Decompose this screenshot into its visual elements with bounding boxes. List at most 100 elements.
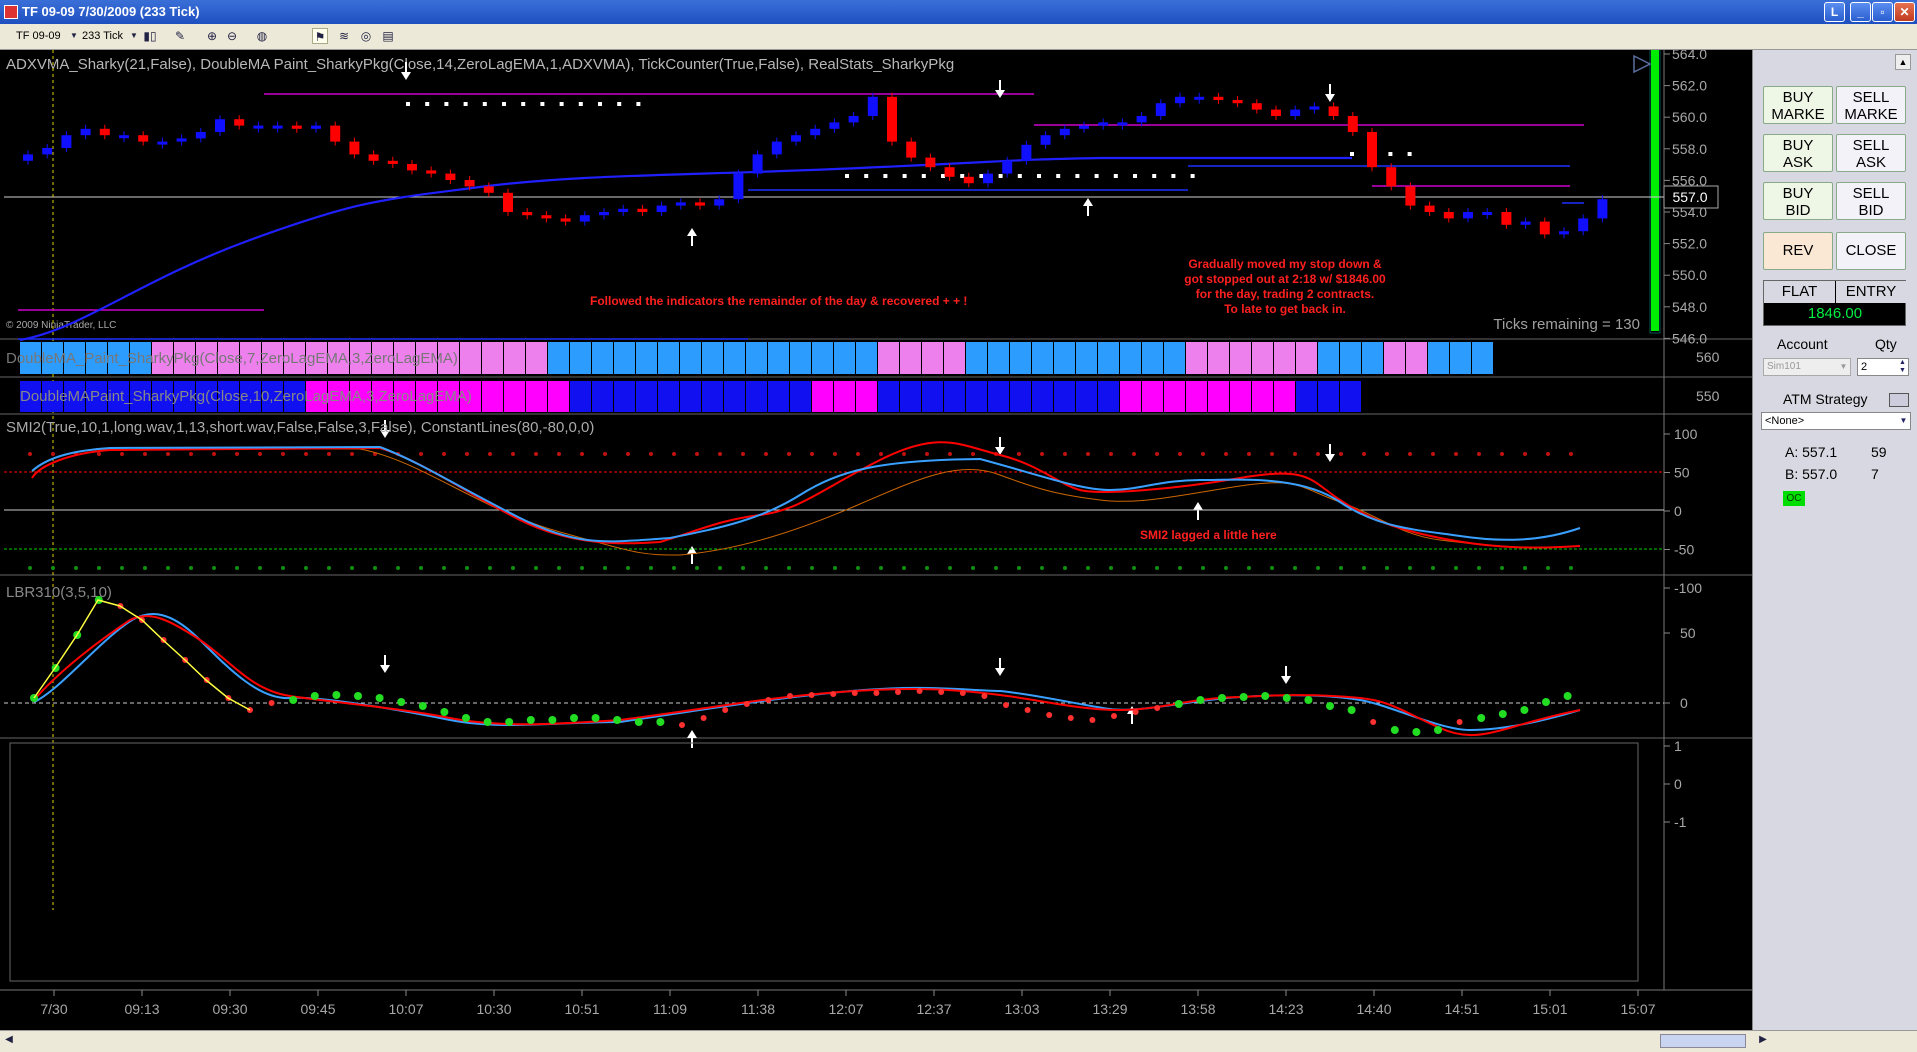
buy-market-button[interactable]: BUY MARKE (1763, 86, 1833, 124)
paint-cell (966, 381, 987, 412)
paint-cell (1252, 342, 1273, 374)
paint-cell (878, 342, 899, 374)
xaxis-tick-label: 7/30 (40, 1001, 67, 1017)
up-arrow-icon (687, 730, 697, 748)
lbr-dot (418, 702, 427, 710)
strategy-icon[interactable]: ◎ (358, 28, 374, 44)
xaxis-tick-label: 10:07 (388, 1001, 423, 1017)
sell-ask-button[interactable]: SELL ASK (1836, 134, 1906, 172)
up-candle (579, 215, 590, 222)
minimize-button[interactable]: _ (1850, 2, 1871, 22)
lbr-dot (289, 696, 298, 704)
paint-cell (1032, 381, 1053, 412)
paint-cell (944, 342, 965, 374)
horizontal-scrollbar[interactable]: ◀ (0, 1030, 1752, 1052)
empty-tick-label: 1 (1674, 738, 1682, 754)
empty-panel-yaxis[interactable]: 1 0 -1 (1664, 738, 1687, 830)
up-candle (1155, 103, 1166, 116)
window-title-bar: TF 09-09 7/30/2009 (233 Tick) L _ ▫ ✕ (0, 0, 1917, 24)
chevron-down-icon[interactable]: ▼ (126, 28, 142, 44)
xaxis-tick-label: 11:09 (653, 1001, 687, 1017)
down-candle (925, 157, 936, 168)
paint-cell (790, 381, 811, 412)
buy-bid-button[interactable]: BUY BID (1763, 182, 1833, 220)
properties-icon[interactable]: ⚑ (312, 28, 328, 44)
paint-cell (1230, 381, 1251, 412)
scrollbar-end[interactable]: ▶ (1752, 1030, 1917, 1052)
paint-cell (1164, 381, 1185, 412)
up-candle (119, 135, 129, 139)
smi-upper-dot (419, 452, 423, 456)
scroll-right-icon[interactable]: ▶ (1756, 1034, 1770, 1048)
indicators-icon[interactable]: ≋ (336, 28, 352, 44)
stop-dot (540, 102, 545, 106)
instrument-selector[interactable]: TF 09-09 (16, 27, 61, 46)
interval-selector[interactable]: 233 Tick (82, 27, 123, 46)
lbr-yaxis[interactable]: 50 0 (1664, 625, 1696, 711)
scroll-thumb[interactable] (1660, 1034, 1746, 1048)
time-xaxis[interactable]: 7/30 09:13 09:30 09:45 10:07 10:30 10:51 11:09 1… (40, 990, 1656, 1017)
down-candle (1271, 109, 1281, 116)
up-candle (1117, 122, 1128, 126)
close-position-button[interactable]: CLOSE (1836, 232, 1906, 270)
smi-lower-dot (419, 566, 423, 570)
blue-levels (18, 165, 1584, 340)
collapse-panel-icon[interactable]: ▲ (1895, 54, 1911, 70)
globe-icon[interactable]: ◍ (254, 28, 270, 44)
bid-size: 7 (1871, 466, 1879, 482)
paint-cell (1208, 342, 1229, 374)
lbr-dot (895, 689, 901, 695)
maximize-button[interactable]: ▫ (1872, 2, 1893, 22)
smi-lower-dot (971, 566, 975, 570)
smi-upper-dot (304, 452, 308, 456)
smi-upper-dot (143, 452, 147, 456)
sell-bid-button[interactable]: SELL BID (1836, 182, 1906, 220)
smi-lower-dot (1546, 566, 1550, 570)
lbr-dot (873, 690, 880, 696)
data-box-icon[interactable]: ▤ (380, 28, 396, 44)
stop-dot (617, 102, 622, 106)
chevron-down-icon[interactable]: ▼ (1837, 360, 1850, 374)
sell-market-button[interactable]: SELL MARKE (1836, 86, 1906, 124)
scroll-left-icon[interactable]: ◀ (2, 1034, 16, 1048)
paint-cell (856, 342, 877, 374)
buy-ask-button[interactable]: BUY ASK (1763, 134, 1833, 172)
paint-cell (1472, 342, 1493, 374)
lbr-dot (981, 693, 988, 699)
price-tick-label: 554.0 (1672, 204, 1707, 220)
smi-lower-dot (695, 566, 699, 570)
smi-upper-dot (879, 452, 883, 456)
reverse-button[interactable]: REV (1763, 232, 1833, 270)
chart-toolbar: TF 09-09 ▼ 233 Tick ▼ ▮▯ ✎ ⊕ ⊖ ◍ ⚑ ≋ ◎ ▤ (0, 24, 1917, 50)
atm-settings-icon[interactable] (1889, 393, 1909, 407)
smi-lower-dot (28, 566, 32, 570)
lbr-dot (1239, 693, 1248, 701)
play-icon[interactable] (1633, 54, 1652, 74)
paint-cell (1362, 342, 1383, 374)
lbr-dot (1218, 694, 1226, 702)
smi-lower-dot (235, 566, 239, 570)
link-button[interactable]: L (1824, 2, 1845, 22)
qty-stepper-icon[interactable]: ▲ ▼ (1897, 359, 1908, 375)
zoom-out-icon[interactable]: ⊖ (224, 28, 240, 44)
atm-strategy-select[interactable]: <None> (1761, 412, 1911, 430)
down-candle (887, 96, 897, 142)
smi-upper-dot (764, 452, 768, 456)
paint-cell (636, 342, 657, 374)
lbr-dot (1024, 707, 1031, 713)
chevron-down-icon[interactable]: ▼ (1897, 414, 1910, 428)
smi-upper-dot (189, 452, 193, 456)
lbr-dot (1089, 717, 1096, 723)
close-window-button[interactable]: ✕ (1894, 2, 1915, 22)
lbr-dot (526, 716, 535, 724)
chevron-down-icon[interactable]: ▼ (66, 28, 82, 44)
draw-pencil-icon[interactable]: ✎ (172, 28, 188, 44)
lbr-dot (1347, 706, 1356, 714)
smi-yaxis[interactable]: 100 50 0 -50 -100 (1664, 426, 1702, 596)
candlestick-style-icon[interactable]: ▮▯ (142, 28, 158, 44)
chart-area[interactable]: ADXVMA_Sharky(21,False), DoubleMA Paint_… (0, 45, 1752, 1030)
lbr-dot (1003, 702, 1009, 708)
zoom-in-icon[interactable]: ⊕ (204, 28, 220, 44)
smi-tick-label: 100 (1674, 426, 1698, 442)
up-candle (1463, 212, 1473, 219)
